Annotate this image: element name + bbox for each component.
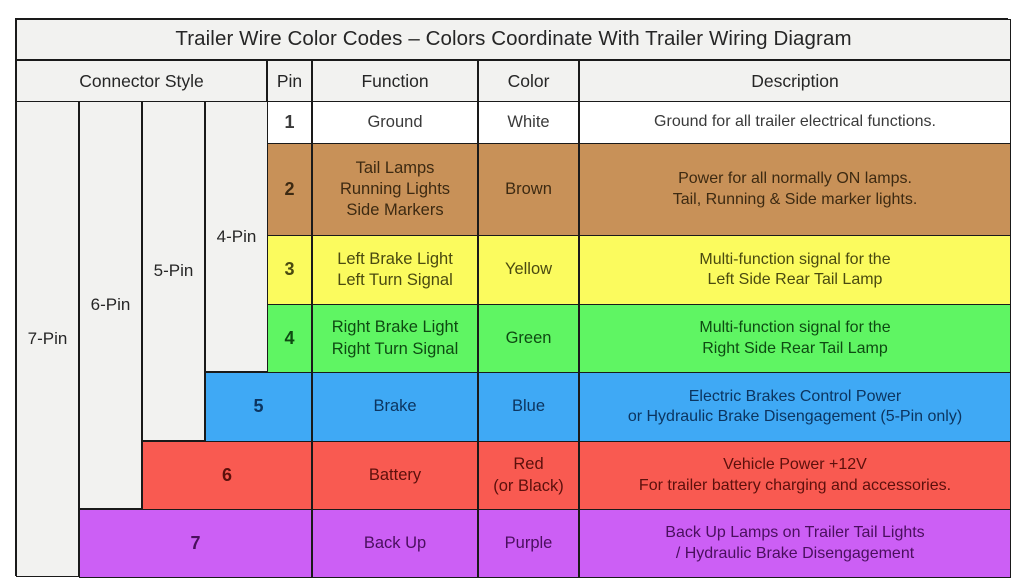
trailer-wire-color-code-table: Trailer Wire Color Codes – Colors Coordi… <box>15 18 1011 578</box>
cell-description-6: Vehicle Power +12V For trailer battery c… <box>579 441 1011 510</box>
table-row: 6 <box>142 441 312 510</box>
cell-function-6: Battery <box>312 441 478 510</box>
table-row: 4 <box>267 304 312 373</box>
cell-description-1: Ground for all trailer electrical functi… <box>579 101 1011 144</box>
cell-function-5: Brake <box>312 372 478 442</box>
cell-description-4: Multi-function signal for the Right Side… <box>579 304 1011 373</box>
column-header-description: Description <box>579 60 1011 102</box>
cell-color-3: Yellow <box>478 235 579 305</box>
connector-style-6-pin: 6-Pin <box>79 101 142 509</box>
connector-style-5-pin: 5-Pin <box>142 101 205 441</box>
table-row: 2 <box>267 143 312 236</box>
cell-color-6: Red (or Black) <box>478 441 579 510</box>
table-title: Trailer Wire Color Codes – Colors Coordi… <box>16 19 1011 60</box>
column-header-pin: Pin <box>267 60 312 102</box>
cell-function-7: Back Up <box>312 509 478 578</box>
cell-description-7: Back Up Lamps on Trailer Tail Lights / H… <box>579 509 1011 578</box>
connector-style-4-pin: 4-Pin <box>205 101 268 372</box>
connector-style-7-pin: 7-Pin <box>16 101 79 577</box>
cell-description-2: Power for all normally ON lamps. Tail, R… <box>579 143 1011 236</box>
column-header-color: Color <box>478 60 579 102</box>
cell-function-1: Ground <box>312 101 478 144</box>
column-header-function: Function <box>312 60 478 102</box>
cell-description-5: Electric Brakes Control Power or Hydraul… <box>579 372 1011 442</box>
cell-color-1: White <box>478 101 579 144</box>
cell-color-2: Brown <box>478 143 579 236</box>
column-header-connector-style: Connector Style <box>16 60 267 102</box>
cell-description-3: Multi-function signal for the Left Side … <box>579 235 1011 305</box>
table-row: 3 <box>267 235 312 305</box>
cell-color-4: Green <box>478 304 579 373</box>
table-row: 1 <box>267 101 312 144</box>
cell-color-5: Blue <box>478 372 579 442</box>
cell-function-2: Tail Lamps Running Lights Side Markers <box>312 143 478 236</box>
cell-function-3: Left Brake Light Left Turn Signal <box>312 235 478 305</box>
cell-color-7: Purple <box>478 509 579 578</box>
cell-function-4: Right Brake Light Right Turn Signal <box>312 304 478 373</box>
table-row: 5 <box>205 372 312 442</box>
table-row: 7 <box>79 509 312 578</box>
